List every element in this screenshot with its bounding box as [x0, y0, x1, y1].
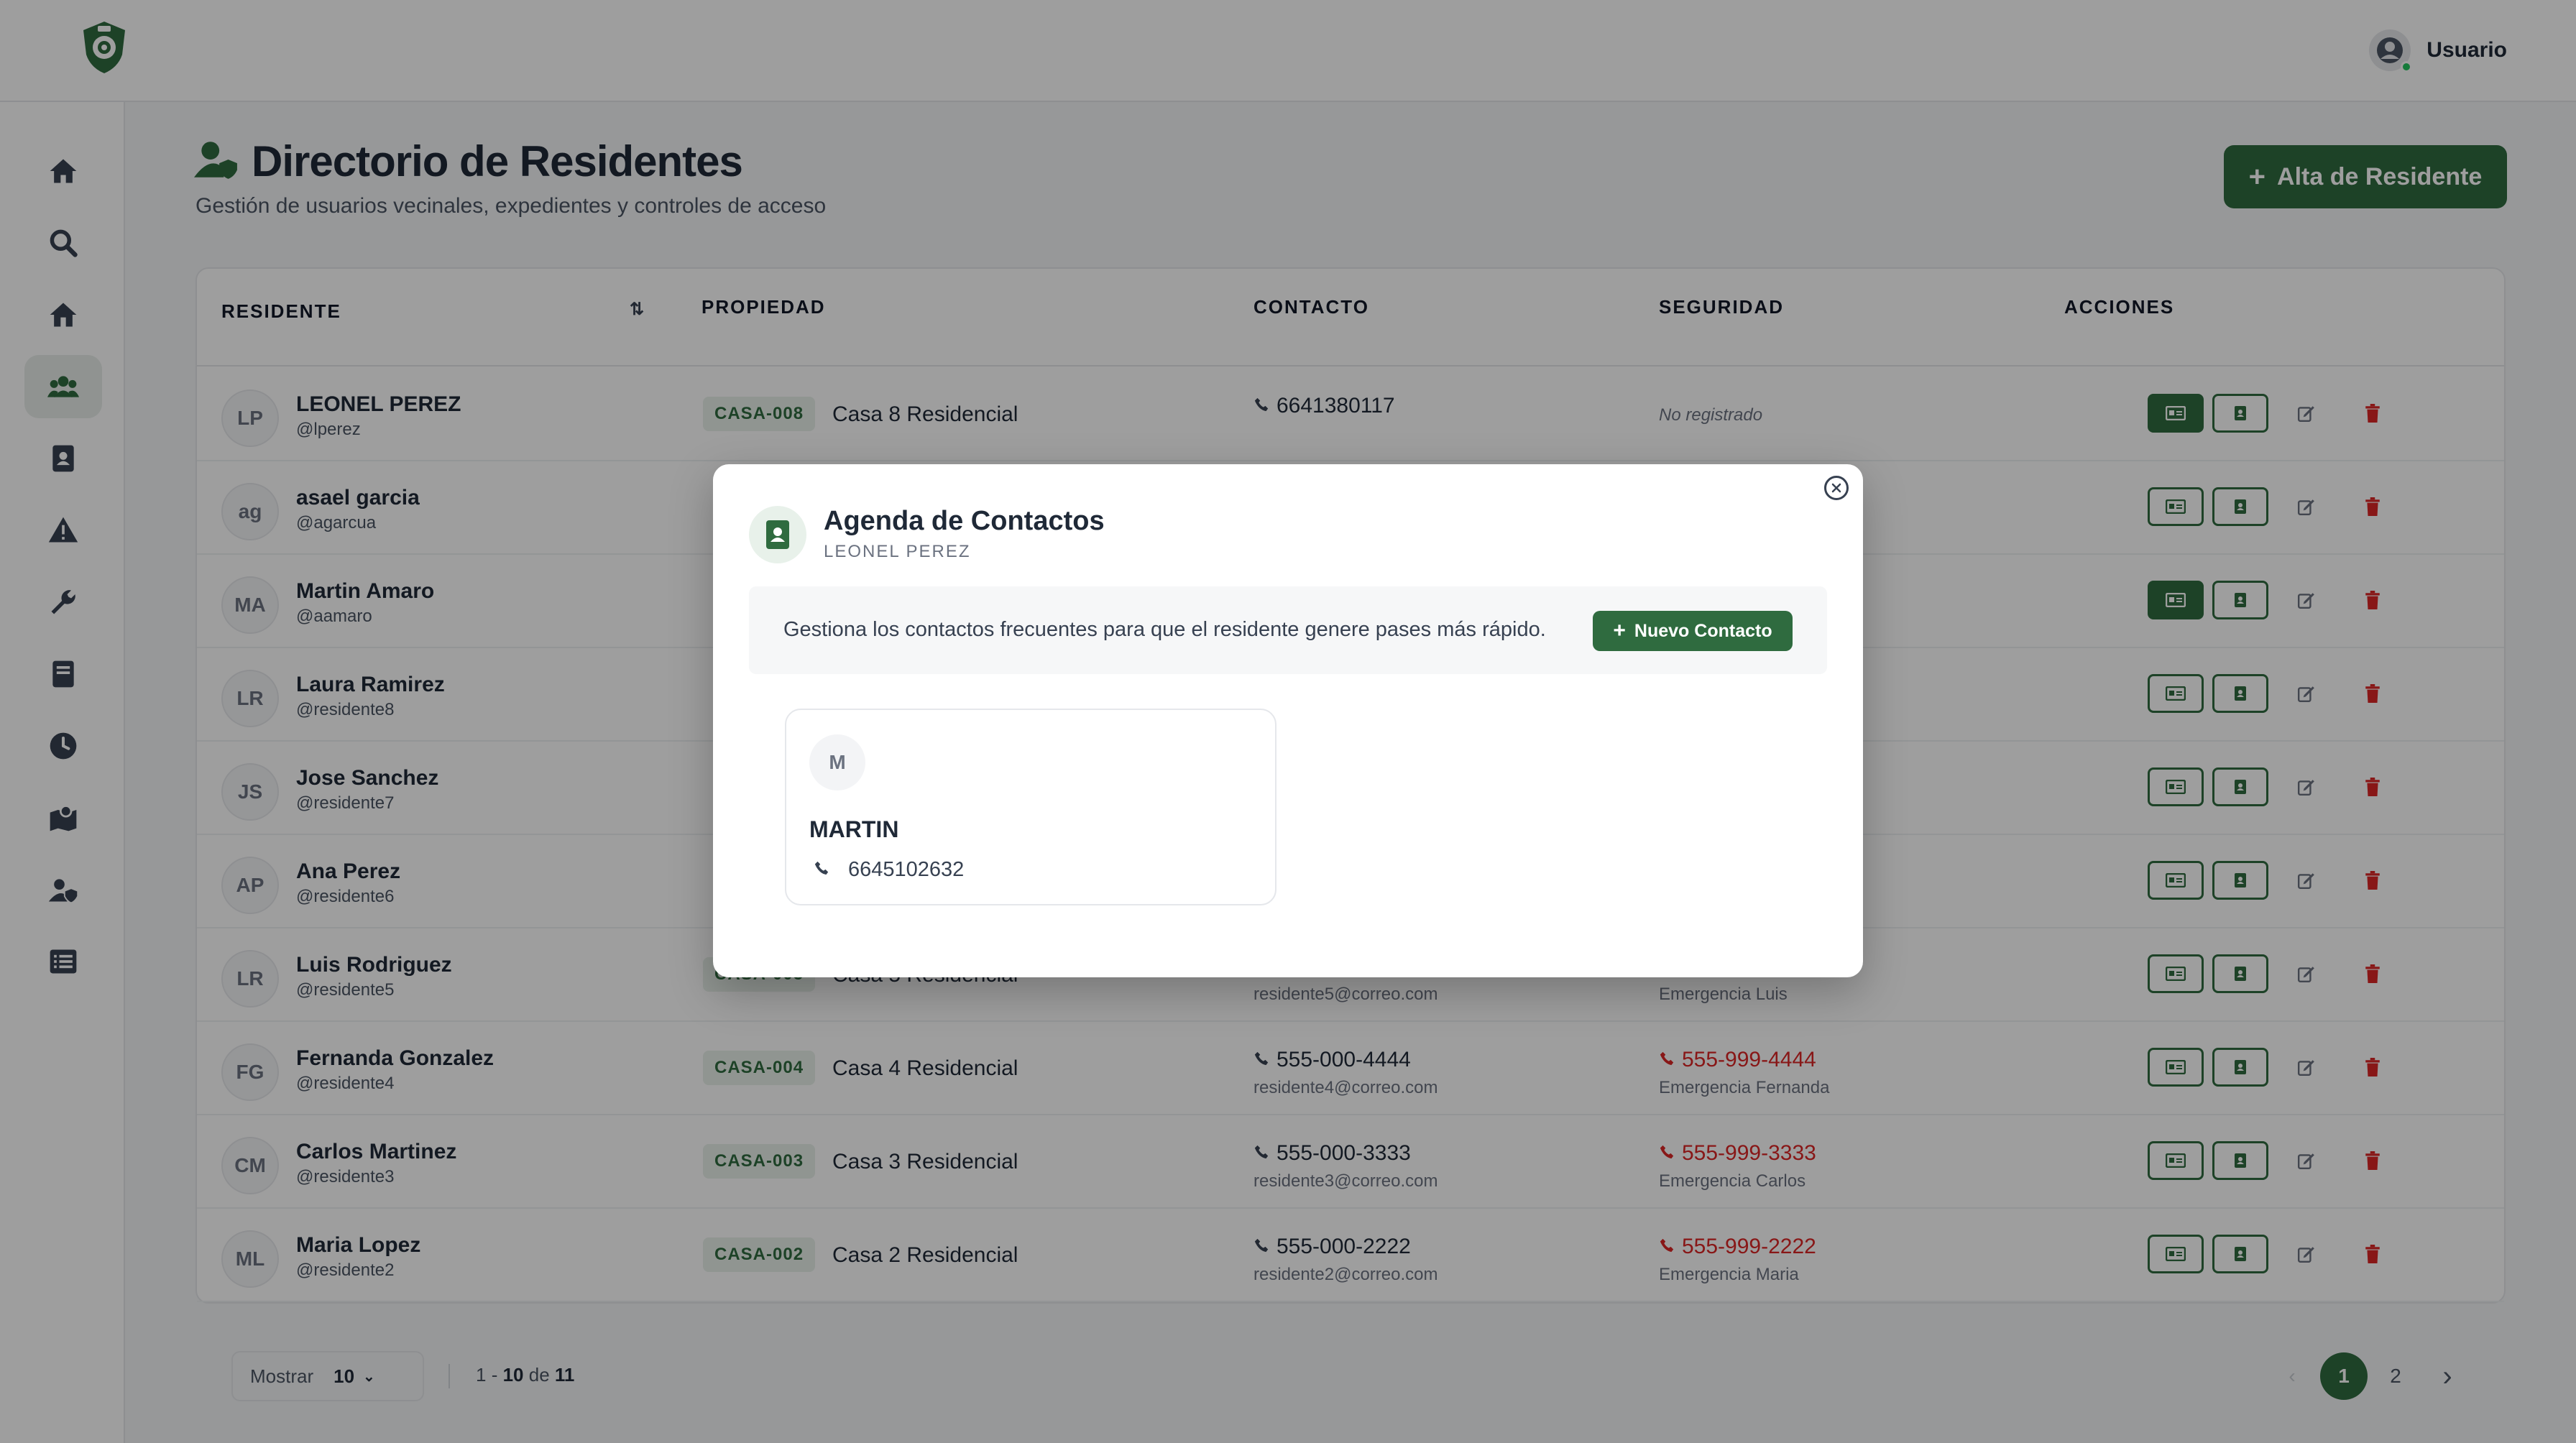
modal-info-text: Gestiona los contactos frecuentes para q…	[783, 618, 1546, 641]
contacts-modal: Agenda de Contactos LEONEL PEREZ Gestion…	[713, 464, 1863, 977]
contact-avatar: M	[809, 734, 865, 790]
modal-title: Agenda de Contactos	[824, 506, 1105, 536]
new-contact-label: Nuevo Contacto	[1634, 620, 1772, 641]
contact-name: MARTIN	[809, 816, 899, 842]
plus-icon: +	[1613, 619, 1626, 642]
modal-subtitle: LEONEL PEREZ	[824, 542, 971, 561]
close-icon[interactable]	[1824, 476, 1849, 500]
new-contact-button[interactable]: + Nuevo Contacto	[1593, 611, 1793, 651]
contact-phone: 6645102632	[848, 858, 965, 881]
contact-phone-wrap: 6645102632	[814, 858, 964, 882]
contact-card[interactable]: M MARTIN 6645102632	[785, 709, 1276, 905]
phone-icon	[814, 858, 829, 882]
contact-book-icon	[749, 506, 806, 563]
